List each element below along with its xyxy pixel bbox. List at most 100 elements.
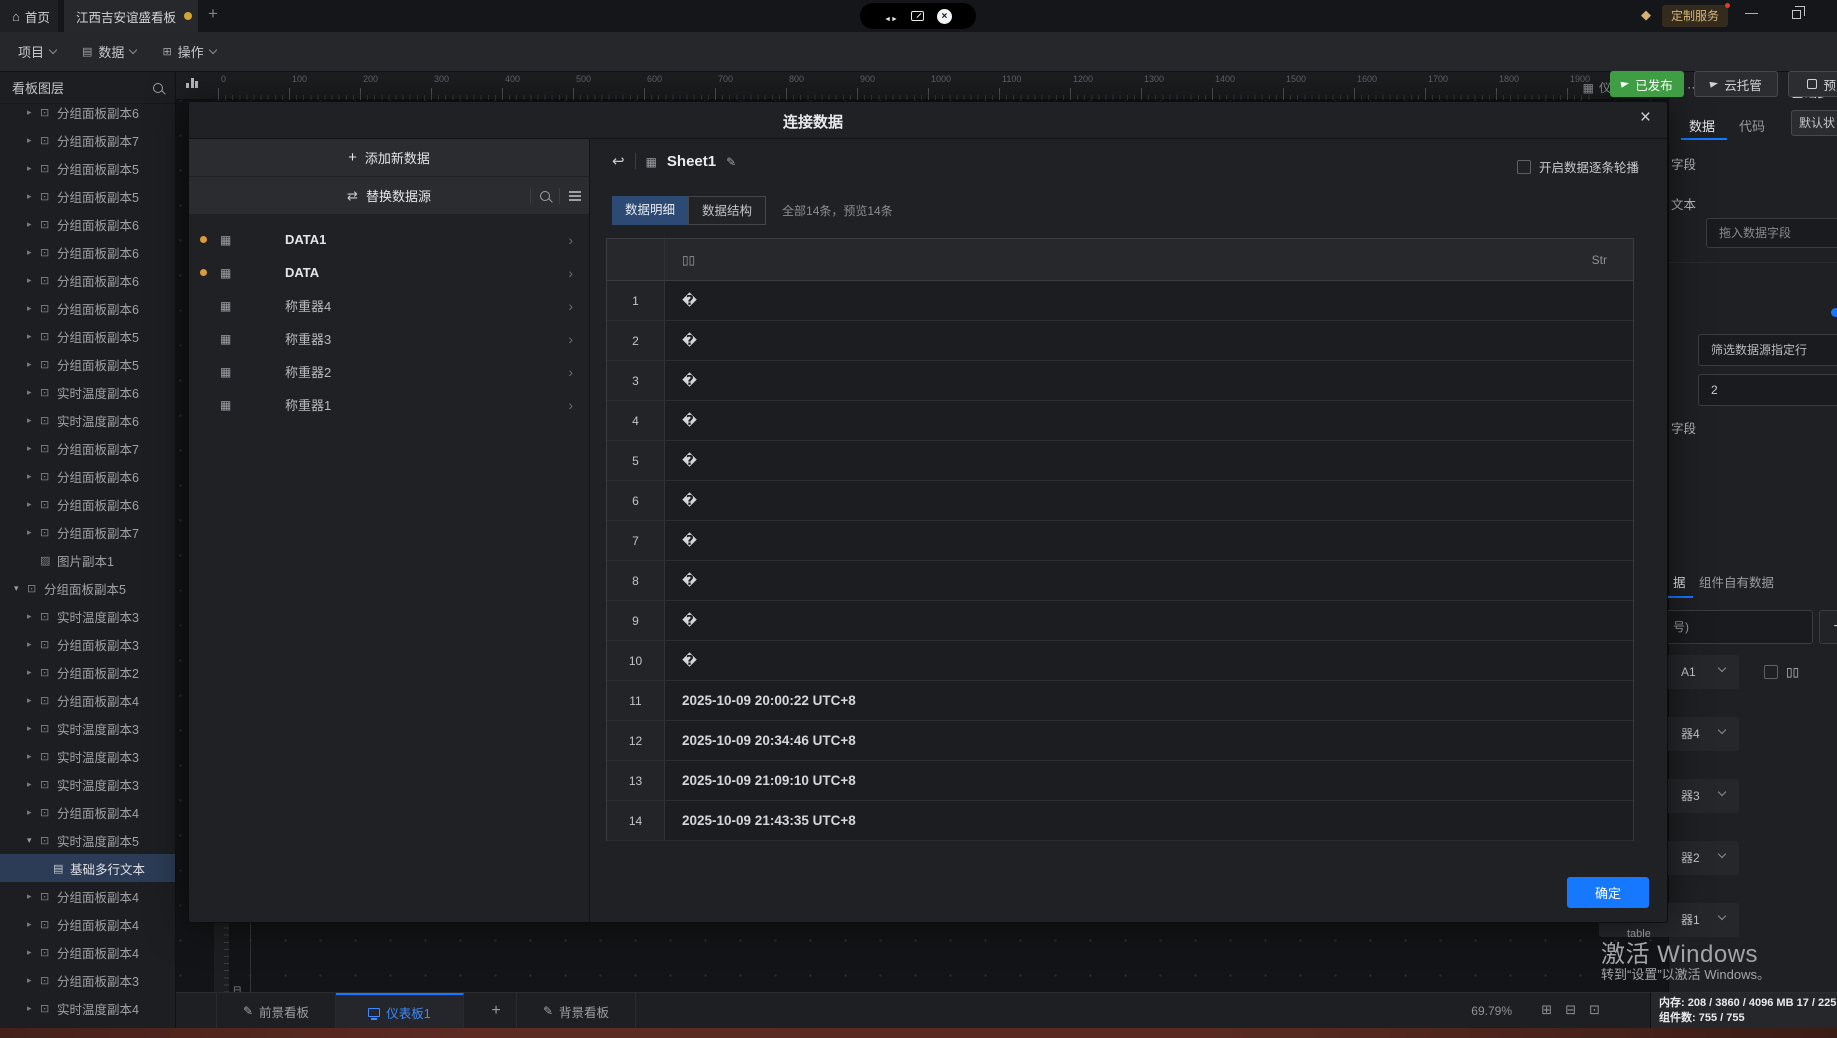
tree-item[interactable]: 分组面板副本5 <box>0 182 175 210</box>
tree-item[interactable]: 实时温度副本3 <box>0 770 175 798</box>
tree-item[interactable]: 分组面板副本7 <box>0 434 175 462</box>
tab-data[interactable]: 数据 <box>1689 116 1715 135</box>
tree-item[interactable]: 分组面板副本2 <box>0 658 175 686</box>
carousel-checkbox-row[interactable]: 开启数据逐条轮播 <box>1517 157 1639 176</box>
record-stop-icon[interactable] <box>937 9 952 24</box>
document-tab[interactable]: 江西吉安谊盛看板 <box>64 0 198 32</box>
tree-item[interactable]: 分组面板副本3 <box>0 630 175 658</box>
tree-item[interactable]: 分组面板副本4 <box>0 882 175 910</box>
chart-icon[interactable] <box>186 78 198 88</box>
cloud-host-button[interactable]: 云托管 <box>1694 71 1778 97</box>
search-icon[interactable] <box>540 191 550 201</box>
default-state-button[interactable]: 默认状 <box>1791 110 1837 136</box>
add-board-button[interactable]: + <box>481 993 511 1029</box>
table-row[interactable]: 7 � <box>607 521 1633 561</box>
tree-item[interactable]: 分组面板副本5 <box>0 350 175 378</box>
collapse-icon[interactable] <box>884 9 898 24</box>
table-row[interactable]: 3 � <box>607 361 1633 401</box>
tree-item[interactable]: 分组面板副本6 <box>0 294 175 322</box>
tab-data-detail[interactable]: 数据明细 <box>612 196 688 225</box>
expand-arrow-icon[interactable] <box>27 275 40 286</box>
expand-arrow-icon[interactable] <box>27 163 40 174</box>
expand-arrow-icon[interactable] <box>27 779 40 790</box>
expand-arrow-icon[interactable] <box>27 1003 40 1014</box>
expand-arrow-icon[interactable] <box>27 751 40 762</box>
close-icon[interactable]: × <box>1640 107 1651 129</box>
table-row[interactable]: 10 � <box>607 641 1633 681</box>
restore-window-button[interactable] <box>1792 10 1801 19</box>
new-tab-button[interactable]: + <box>208 4 218 24</box>
expand-arrow-icon[interactable] <box>27 835 40 846</box>
menu-item[interactable]: 数据 <box>82 42 136 61</box>
search-icon[interactable] <box>153 83 163 93</box>
table-row[interactable]: 1 � <box>607 281 1633 321</box>
checkbox[interactable] <box>1764 665 1778 679</box>
tree-item[interactable]: 实时温度副本3 <box>0 742 175 770</box>
filter-icon[interactable] <box>569 191 581 193</box>
table-row[interactable]: 9 � <box>607 601 1633 641</box>
tree-item[interactable]: 分组面板副本5 <box>0 154 175 182</box>
row-number-input[interactable]: 2 <box>1698 374 1837 406</box>
expand-arrow-icon[interactable] <box>27 919 40 930</box>
expand-arrow-icon[interactable] <box>27 135 40 146</box>
tree-item[interactable]: 基础多行文本 <box>0 854 175 882</box>
expand-arrow-icon[interactable] <box>27 387 40 398</box>
datasource-item[interactable]: 称重器1 › <box>189 388 589 421</box>
expand-arrow-icon[interactable] <box>27 611 40 622</box>
tree-item[interactable]: 分组面板副本4 <box>0 938 175 966</box>
cast-icon[interactable] <box>911 11 924 21</box>
datasource-item[interactable]: 称重器2 › <box>189 355 589 388</box>
home-tab[interactable]: 首页 <box>0 0 58 32</box>
table-row[interactable]: 2 � <box>607 321 1633 361</box>
vip-diamond-icon[interactable] <box>1641 7 1651 23</box>
expand-arrow-icon[interactable] <box>14 583 27 594</box>
tree-item[interactable]: 分组面板副本6 <box>0 210 175 238</box>
expand-arrow-icon[interactable] <box>27 723 40 734</box>
back-icon[interactable] <box>612 152 625 170</box>
toggle-dot[interactable] <box>1831 308 1837 317</box>
tree-item[interactable]: 分组面板副本6 <box>0 266 175 294</box>
edit-icon[interactable] <box>726 154 736 169</box>
custom-service-button[interactable]: 定制服务 <box>1662 5 1728 27</box>
table-row[interactable]: 8 � <box>607 561 1633 601</box>
expand-arrow-icon[interactable] <box>27 639 40 650</box>
published-button[interactable]: 已发布 <box>1610 71 1684 97</box>
grid-toggle-icon[interactable] <box>1541 1002 1552 1018</box>
checkbox[interactable] <box>1517 160 1531 174</box>
filter-row-select[interactable]: 筛选数据源指定行 <box>1698 334 1837 366</box>
datasource-item[interactable]: 称重器4 › <box>189 289 589 322</box>
expand-arrow-icon[interactable] <box>27 891 40 902</box>
tab-data-structure[interactable]: 数据结构 <box>688 196 766 225</box>
expand-arrow-icon[interactable] <box>27 359 40 370</box>
tree-item[interactable]: 分组面板副本5 <box>0 322 175 350</box>
tree-item[interactable]: 实时温度副本3 <box>0 714 175 742</box>
tree-item[interactable]: 实时温度副本5 <box>0 826 175 854</box>
datasource-item[interactable]: DATA1 › <box>189 223 589 256</box>
tree-item[interactable]: 分组面板副本4 <box>0 686 175 714</box>
expand-arrow-icon[interactable] <box>27 191 40 202</box>
shortcut-icon[interactable] <box>1565 1002 1576 1018</box>
zoom-level[interactable]: 69.79% <box>1471 1004 1512 1018</box>
expand-arrow-icon[interactable] <box>27 499 40 510</box>
expand-arrow-icon[interactable] <box>27 947 40 958</box>
add-new-data-button[interactable]: + 添加新数据 <box>189 139 589 177</box>
expand-arrow-icon[interactable] <box>27 695 40 706</box>
expand-arrow-icon[interactable] <box>27 807 40 818</box>
tree-item[interactable]: 分组面板副本3 <box>0 966 175 994</box>
minimize-button[interactable]: — <box>1745 5 1758 20</box>
field-checkbox-row[interactable]: ▯▯ <box>1764 665 1799 679</box>
datasource-item[interactable]: 称重器3 › <box>189 322 589 355</box>
expand-arrow-icon[interactable] <box>27 303 40 314</box>
tree-item[interactable]: 分组面板副本7 <box>0 126 175 154</box>
tab-own-data[interactable]: 组件自有数据 <box>1699 572 1774 591</box>
expand-arrow-icon[interactable] <box>27 331 40 342</box>
tab-background-board[interactable]: 背景看板 <box>516 993 636 1029</box>
table-row[interactable]: 14 2025-10-09 21:43:35 UTC+8 <box>607 801 1633 841</box>
table-row[interactable]: 6 � <box>607 481 1633 521</box>
tab-panel-data[interactable]: 据 <box>1673 572 1686 591</box>
expand-arrow-icon[interactable] <box>27 471 40 482</box>
tab-foreground-board[interactable]: 前景看板 <box>216 993 336 1029</box>
preview-button[interactable]: 预览 <box>1788 71 1837 97</box>
tree-item[interactable]: 分组面板副本5 <box>0 574 175 602</box>
tree-item[interactable]: 分组面板副本7 <box>0 518 175 546</box>
